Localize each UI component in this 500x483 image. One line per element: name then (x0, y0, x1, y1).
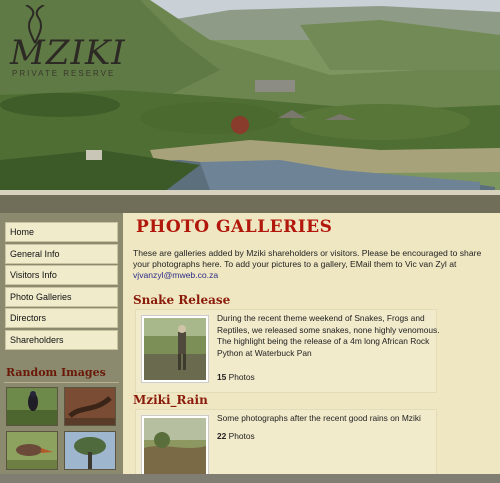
random-image-tree[interactable] (64, 431, 116, 470)
gallery-description: During the recent theme weekend of Snake… (217, 313, 440, 358)
photo-count-number: 22 (217, 431, 227, 441)
page-title: PHOTO GALLERIES (136, 217, 333, 237)
bird-photo (7, 388, 57, 425)
nav-item-general-info[interactable]: General Info (5, 243, 118, 264)
nav-item-home[interactable]: Home (5, 222, 118, 242)
email-link[interactable]: vjvanzyl@mweb.co.za (133, 270, 218, 280)
random-image-bird[interactable] (6, 387, 58, 426)
random-image-reptile[interactable] (64, 387, 116, 426)
gallery-photo-count: 22 Photos (217, 431, 255, 441)
gallery-mziki-rain: Mziki_Rain Some photographs after the re… (133, 393, 495, 483)
intro-paragraph: These are galleries added by Mziki share… (133, 248, 482, 269)
mziki-logo[interactable]: MZIKI PRIVATE RESERVE (10, 5, 140, 80)
gallery-title[interactable]: Snake Release (133, 293, 495, 307)
nav-item-photo-galleries[interactable]: Photo Galleries (5, 286, 118, 307)
gallery-thumbnail[interactable] (141, 415, 209, 483)
photo-count-number: 15 (217, 372, 227, 382)
header-divider (0, 195, 500, 213)
gallery-snake-release: Snake Release During the recent theme we… (133, 293, 495, 393)
gallery-description: Some photographs after the recent good r… (217, 413, 421, 423)
gallery-photo-count: 15 Photos (217, 372, 255, 382)
hornbill-photo (7, 432, 57, 469)
tree-photo (65, 432, 115, 469)
gallery-card: Some photographs after the recent good r… (135, 409, 437, 483)
logo-subtitle: PRIVATE RESERVE (12, 69, 116, 78)
gallery-card: During the recent theme weekend of Snake… (135, 309, 440, 393)
random-images-divider (4, 382, 119, 383)
main-content: PHOTO GALLERIES These are galleries adde… (123, 213, 500, 483)
gallery-title[interactable]: Mziki_Rain (133, 393, 495, 407)
browser-status-bar (0, 474, 500, 483)
random-images-heading: Random Images (6, 366, 106, 379)
gallery-thumbnail[interactable] (141, 315, 209, 383)
random-image-hornbill[interactable] (6, 431, 58, 470)
nav-item-visitors-info[interactable]: Visitors Info (5, 265, 118, 285)
mziki-rain-photo (144, 418, 206, 480)
snake-release-photo (144, 318, 206, 380)
logo-name: MZIKI (10, 33, 126, 73)
photo-count-label: Photos (228, 372, 255, 382)
intro-text: These are galleries added by Mziki share… (133, 248, 495, 281)
nav-item-directors[interactable]: Directors (5, 308, 118, 328)
header-banner: MZIKI PRIVATE RESERVE (0, 0, 500, 195)
photo-count-label: Photos (228, 431, 255, 441)
sidebar: Home General Info Visitors Info Photo Ga… (0, 213, 123, 483)
sidebar-nav: Home General Info Visitors Info Photo Ga… (5, 222, 118, 351)
nav-item-shareholders[interactable]: Shareholders (5, 329, 118, 350)
reptile-photo (65, 388, 115, 425)
